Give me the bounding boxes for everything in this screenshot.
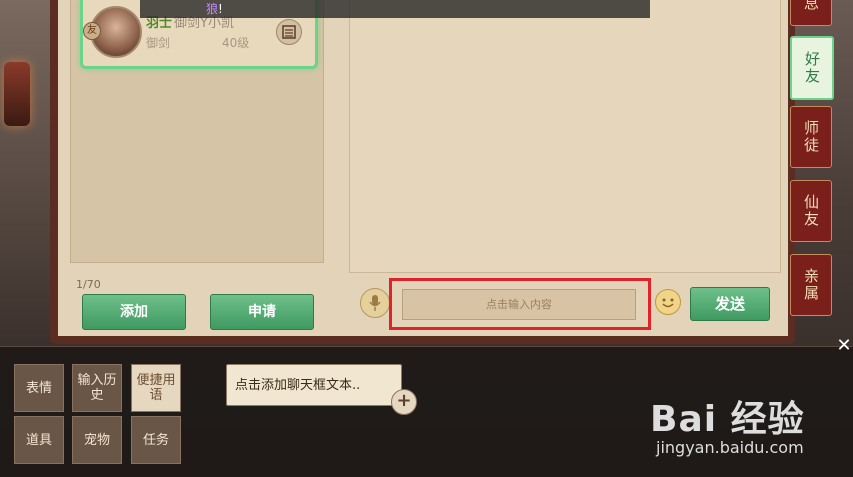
lantern-decoration xyxy=(4,62,30,126)
friend-detail-button[interactable] xyxy=(276,19,302,45)
friend-class: 御剑 xyxy=(146,36,171,50)
close-icon[interactable]: ✕ xyxy=(836,337,852,355)
annotation-highlight-box xyxy=(389,278,651,330)
system-message-bar: 狼! xyxy=(140,0,650,18)
friend-level: 40级 xyxy=(222,36,250,50)
items-button[interactable]: 道具 xyxy=(14,416,64,464)
system-message-highlight: 狼 xyxy=(206,2,219,16)
tab-friends[interactable]: 好友 xyxy=(790,36,834,100)
voice-button[interactable] xyxy=(360,288,390,318)
tab-message[interactable]: 息 xyxy=(790,0,832,26)
apply-button[interactable]: 申请 xyxy=(210,294,314,330)
microphone-icon xyxy=(369,295,381,311)
pets-button[interactable]: 宠物 xyxy=(72,416,122,464)
tab-relatives[interactable]: 亲属 xyxy=(790,254,832,316)
chat-message-area xyxy=(349,0,781,273)
quick-phrases-button[interactable]: 便捷用语 xyxy=(131,364,181,412)
add-chat-text-box[interactable]: 点击添加聊天框文本.. xyxy=(226,364,402,406)
tab-master-apprentice[interactable]: 师徒 xyxy=(790,106,832,168)
emoji-button[interactable] xyxy=(655,289,681,315)
list-icon xyxy=(282,25,296,39)
system-message-text: ! xyxy=(218,2,223,16)
watermark-url: jingyan.baidu.com xyxy=(656,438,804,457)
smiley-icon xyxy=(662,298,674,308)
friend-count: 1/70 xyxy=(76,278,101,291)
tasks-button[interactable]: 任务 xyxy=(131,416,181,464)
send-button[interactable]: 发送 xyxy=(690,287,770,321)
side-tabs: 息 好友 师徒 仙友 亲属 xyxy=(790,0,834,340)
add-friend-button[interactable]: 添加 xyxy=(82,294,186,330)
plus-icon[interactable]: + xyxy=(391,389,417,415)
input-history-button[interactable]: 输入历史 xyxy=(72,364,122,412)
emoji-tab-button[interactable]: 表情 xyxy=(14,364,64,412)
tab-immortal-friends[interactable]: 仙友 xyxy=(790,180,832,242)
friend-badge: 友 xyxy=(83,22,101,40)
watermark-logo: Bai 经验 xyxy=(650,399,805,440)
